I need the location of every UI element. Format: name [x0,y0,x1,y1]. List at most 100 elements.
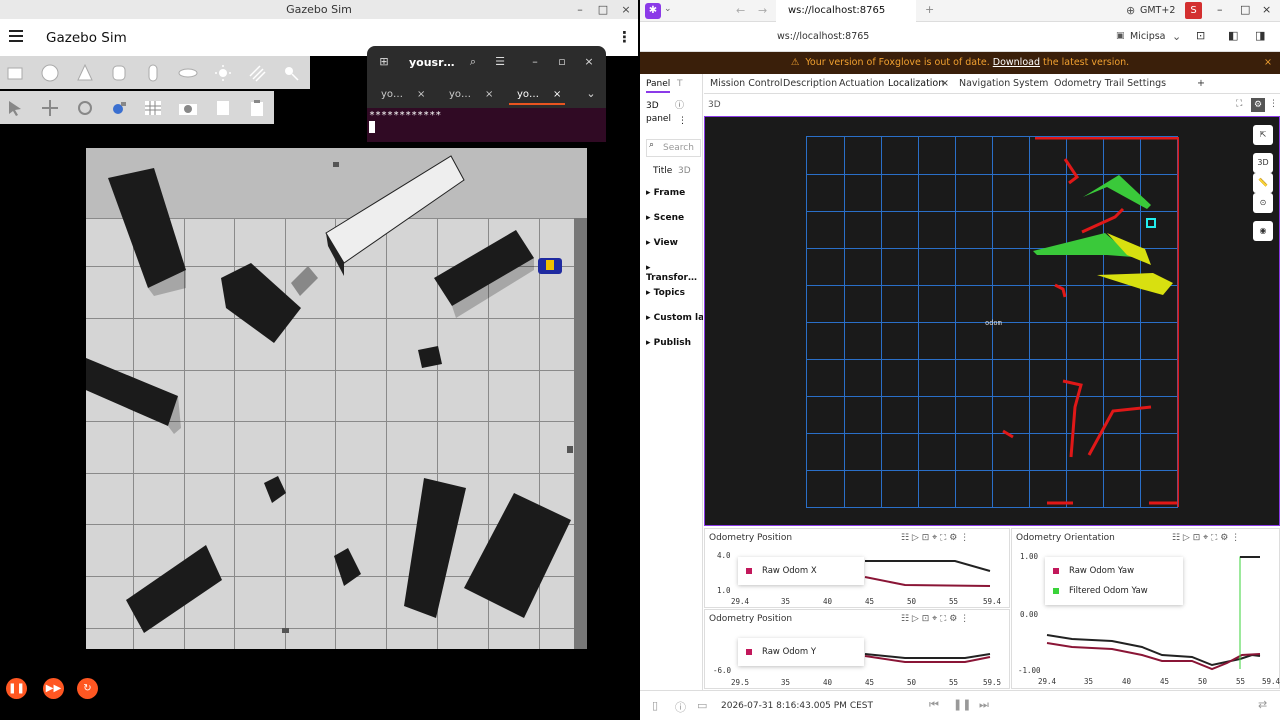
follow-mode-icon[interactable]: ◉ [1253,221,1273,241]
odometry-y-plot[interactable]: Odometry Position ☷ ▷ ⊡ ⌖ ⛶ ⚙ ⋮ -6.0 29.… [704,609,1010,689]
connection-address[interactable]: ws://localhost:8765 [777,31,869,42]
maximize-button[interactable]: □ [1240,3,1250,16]
pause-icon[interactable]: ❚❚ [953,698,971,711]
title-input[interactable]: 3D [678,166,691,176]
capsule-icon[interactable] [140,60,166,86]
cursor [369,121,375,133]
foxglove-logo-icon[interactable]: ✱ [645,3,661,19]
tab-system[interactable]: System [1013,78,1048,89]
plot-legend[interactable]: Raw Odom Yaw Filtered Odom Yaw [1045,557,1183,605]
section-transforms[interactable]: ▸ Transfor… [646,263,702,283]
cone-icon[interactable] [72,60,98,86]
interact-icon[interactable]: ⇱ [1253,125,1273,145]
settings-icon[interactable]: ⚙ [1251,98,1265,112]
terminal-tab[interactable]: yo… × [367,84,445,106]
search-input[interactable]: Search [646,139,701,157]
chevron-down-icon[interactable]: ⌄ [664,4,672,14]
maximize-button[interactable]: □ [593,0,613,19]
chevron-down-icon[interactable]: ⌄ [1172,30,1181,43]
left-sidebar-toggle-icon[interactable]: ◧ [1228,29,1238,42]
back-icon[interactable]: ← [736,4,745,17]
ellipsoid-icon[interactable] [175,60,201,86]
reset-icon[interactable]: ↻ [77,678,98,699]
tab-localization[interactable]: Localization [888,78,944,89]
select-icon[interactable] [2,95,28,121]
hamburger-menu-icon[interactable] [9,30,23,43]
directional-light-icon[interactable] [244,60,270,86]
3d-viewport[interactable]: odom ⇱ 3D 📏 ⊙ ◉ [704,116,1280,526]
publish-point-icon[interactable]: ⊙ [1253,193,1273,213]
close-tab-icon[interactable]: × [941,78,949,89]
user-avatar[interactable]: S [1185,2,1202,19]
3d-toggle-button[interactable]: 3D [1253,153,1273,173]
sync-icon[interactable]: ⇄ [1258,698,1267,711]
translate-icon[interactable] [37,95,63,121]
section-custom-layers[interactable]: ▸ Custom laye [646,313,703,323]
download-link[interactable]: Download [993,57,1040,68]
grid-icon[interactable] [140,95,166,121]
close-button[interactable]: × [616,0,636,19]
new-tab-icon[interactable]: ⊞ [374,53,394,71]
tab-odometry-trail-settings[interactable]: Odometry Trail Settings [1054,78,1166,89]
tab-panel[interactable]: Panel [646,79,671,93]
close-button[interactable]: × [579,53,599,71]
camera-icon[interactable] [175,95,201,121]
right-sidebar-toggle-icon[interactable]: ◨ [1255,29,1265,42]
copy-icon[interactable] [210,95,236,121]
fullscreen-icon[interactable]: ⛶ [1236,99,1242,109]
plot-legend[interactable]: Raw Odom Y [738,638,864,666]
snap-icon[interactable] [106,95,132,121]
bookmark-icon[interactable]: ▯ [652,699,658,712]
forward-icon[interactable]: → [758,4,767,17]
terminal-tab[interactable]: yo… × [435,84,513,106]
close-icon[interactable]: × [1264,52,1272,74]
minimize-button[interactable]: – [1217,3,1223,16]
more-icon[interactable]: ⋮ [678,116,687,126]
rotate-icon[interactable] [72,95,98,121]
box-icon[interactable] [2,60,28,86]
maximize-button[interactable]: ▫ [552,53,572,71]
terminal-tab-active[interactable]: yo… × [503,84,581,106]
odometry-x-plot[interactable]: Odometry Position ☷ ▷ ⊡ ⌖ ⛶ ⚙ ⋮ 4.0 1.0 … [704,528,1010,608]
search-icon[interactable]: ⌕ [463,53,483,71]
ruler-icon[interactable]: 📏 [1253,173,1273,193]
sphere-icon[interactable] [37,60,63,86]
odometry-orientation-plot[interactable]: Odometry Orientation ☷ ▷ ⊡ ⌖ ⛶ ⚙ ⋮ 1.00 … [1011,528,1280,689]
step-icon[interactable]: ▶▶ [43,678,64,699]
seek-forward-icon[interactable]: ⏭ [979,698,989,712]
help-icon[interactable]: ⓘ [675,98,684,111]
workspace-selector[interactable]: Micipsa [1130,31,1166,42]
section-scene[interactable]: ▸ Scene [646,213,684,223]
more-options-icon[interactable]: ⋮ [617,28,632,46]
browser-tab[interactable]: ws://localhost:8765 [776,0,916,22]
tab-description[interactable]: Description [783,78,837,89]
add-panel-icon[interactable]: ⊡ [1196,29,1205,42]
add-tab-icon[interactable]: + [1197,78,1205,89]
minimize-button[interactable]: – [570,0,590,19]
info-icon[interactable]: ⓘ [675,699,686,715]
tab-actuation[interactable]: Actuation [839,78,884,89]
tab-navigation[interactable]: Navigation [959,78,1010,89]
section-publish[interactable]: ▸ Publish [646,338,691,348]
section-topics[interactable]: ▸ Topics [646,288,685,298]
spot-light-icon[interactable] [278,60,304,86]
menu-icon[interactable]: ☰ [490,53,510,71]
terminal-output[interactable]: ************ [367,108,606,142]
minimize-button[interactable]: – [525,53,545,71]
simulation-viewport[interactable] [86,148,587,649]
section-frame[interactable]: ▸ Frame [646,188,685,198]
paste-icon[interactable] [244,95,270,121]
timezone-label[interactable]: GMT+2 [1140,5,1175,16]
close-button[interactable]: × [1262,3,1271,16]
section-view[interactable]: ▸ View [646,238,678,248]
tab-topics[interactable]: T [677,79,683,89]
plot-legend[interactable]: Raw Odom X [738,557,864,585]
more-icon[interactable]: ⋮ [1269,99,1278,109]
new-tab-icon[interactable]: + [925,3,934,16]
seek-back-icon[interactable]: ⏮ [929,698,939,712]
tabs-dropdown-icon[interactable]: ⌄ [581,85,601,103]
cylinder-icon[interactable] [106,60,132,86]
tab-mission-control[interactable]: Mission Control [710,78,783,89]
pause-icon[interactable]: ❚❚ [6,678,27,699]
sun-icon[interactable] [210,60,236,86]
